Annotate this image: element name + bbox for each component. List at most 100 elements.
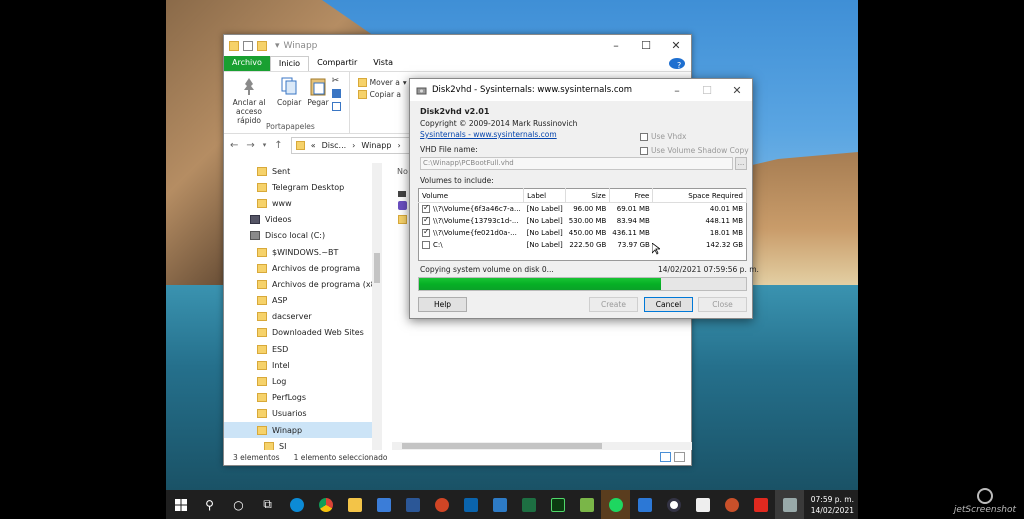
nav-item[interactable]: Archivos de programa (x86) bbox=[224, 276, 382, 292]
taskbar-word[interactable] bbox=[398, 490, 427, 519]
tab-file[interactable]: Archivo bbox=[224, 56, 270, 71]
taskbar-link[interactable] bbox=[688, 490, 717, 519]
maximize-button[interactable]: ☐ bbox=[631, 39, 661, 52]
back-icon[interactable]: ← bbox=[230, 140, 238, 151]
path-separator-icon: › bbox=[352, 140, 356, 150]
column-header-label[interactable]: Label bbox=[523, 188, 567, 203]
nav-item[interactable]: Telegram Desktop bbox=[224, 179, 382, 195]
large-icons-view-icon[interactable] bbox=[674, 452, 685, 462]
taskbar-photos[interactable] bbox=[630, 490, 659, 519]
nav-item[interactable]: ESD bbox=[224, 341, 382, 357]
new-folder-icon[interactable] bbox=[257, 40, 267, 51]
tab-home[interactable]: Inicio bbox=[269, 56, 310, 71]
properties-icon[interactable] bbox=[243, 40, 253, 51]
path-overflow-icon[interactable]: « bbox=[311, 141, 316, 150]
close-button[interactable]: ✕ bbox=[661, 39, 691, 52]
volume-checkbox[interactable] bbox=[422, 227, 430, 237]
column-header-space-required[interactable]: Space Required bbox=[652, 188, 747, 203]
taskbar-red-app[interactable] bbox=[746, 490, 775, 519]
clipboard-group-label: Portapapeles bbox=[266, 122, 315, 131]
table-row[interactable]: C:\ [No Label] 222.50 GB 73.97 GB 142.32 GB bbox=[419, 239, 747, 251]
up-icon[interactable]: ↑ bbox=[274, 140, 282, 151]
nav-item[interactable]: Sent bbox=[224, 163, 382, 179]
volume-checkbox[interactable] bbox=[422, 215, 430, 225]
help-icon[interactable]: ? bbox=[669, 58, 685, 70]
cell-size: 450.00 MB bbox=[566, 227, 610, 239]
nav-item[interactable]: Archivos de programa bbox=[224, 260, 382, 276]
dialog-minimize-button[interactable]: – bbox=[662, 84, 692, 97]
tab-share[interactable]: Compartir bbox=[309, 56, 365, 71]
column-header-size[interactable]: Size bbox=[565, 188, 610, 203]
taskbar-outlook[interactable] bbox=[456, 490, 485, 519]
forward-icon[interactable]: → bbox=[246, 140, 254, 151]
nav-item[interactable]: www bbox=[224, 195, 382, 211]
navigation-scrollbar[interactable] bbox=[372, 163, 382, 450]
nav-item[interactable]: Log bbox=[224, 373, 382, 389]
volume-checkbox[interactable] bbox=[422, 203, 430, 213]
help-button[interactable]: Help bbox=[418, 297, 467, 312]
app-icon[interactable] bbox=[398, 201, 407, 210]
nav-item[interactable]: $WINDOWS.~BT bbox=[224, 244, 382, 260]
nav-item[interactable]: Usuarios bbox=[224, 406, 382, 422]
cut-icon[interactable]: ✂ bbox=[332, 76, 341, 86]
nav-item[interactable]: Downloaded Web Sites bbox=[224, 325, 382, 341]
use-vss-label: Use Volume Shadow Copy bbox=[651, 146, 749, 155]
scrollbar-thumb[interactable] bbox=[374, 253, 380, 283]
search-button[interactable]: ⚲ bbox=[195, 490, 224, 519]
copy-path-icon[interactable] bbox=[331, 89, 341, 98]
use-vss-checkbox[interactable]: Use Volume Shadow Copy bbox=[640, 146, 749, 155]
browse-button[interactable]: ... bbox=[735, 157, 747, 170]
dialog-close-button[interactable]: ✕ bbox=[722, 84, 752, 97]
move-to-button[interactable]: Mover a ▾ bbox=[357, 78, 407, 87]
taskbar-files[interactable] bbox=[369, 490, 398, 519]
cell-text: [No Label] bbox=[526, 240, 563, 249]
nav-item[interactable]: dacserver bbox=[224, 309, 382, 325]
paste-shortcut-icon[interactable] bbox=[331, 102, 341, 111]
tab-view[interactable]: Vista bbox=[365, 56, 401, 71]
vhd-file-input[interactable]: C:\Winapp\PCBootFull.vhd bbox=[420, 157, 733, 170]
customize-dropdown-icon[interactable]: ▾ bbox=[275, 41, 280, 51]
task-view-button[interactable]: ⧉ bbox=[253, 490, 282, 519]
start-button[interactable] bbox=[166, 490, 195, 519]
column-header-volume[interactable]: Volume bbox=[418, 188, 525, 203]
table-row[interactable]: \\?\Volume{13793c1d-... [No Label] 530.00 … bbox=[419, 215, 747, 227]
nav-item[interactable]: Intel bbox=[224, 357, 382, 373]
folder-icon[interactable] bbox=[398, 215, 407, 224]
details-view-icon[interactable] bbox=[660, 452, 671, 462]
recent-dropdown-icon[interactable]: ▾ bbox=[263, 141, 267, 149]
cortana-button[interactable]: ○ bbox=[224, 490, 253, 519]
column-header-name[interactable]: No bbox=[397, 167, 408, 176]
minimize-button[interactable]: – bbox=[601, 39, 631, 52]
path-segment-disk[interactable]: Disc... bbox=[322, 141, 347, 150]
path-segment-winapp[interactable]: Winapp bbox=[361, 141, 391, 150]
drive-icon[interactable] bbox=[398, 191, 406, 197]
nav-item[interactable]: Disco local (C:) bbox=[224, 228, 382, 244]
copy-to-button[interactable]: Copiar a bbox=[357, 90, 407, 99]
taskbar-spotify[interactable] bbox=[601, 490, 630, 519]
taskbar-clock[interactable]: 07:59 p. m. 14/02/2021 bbox=[811, 494, 858, 516]
taskbar-powerpoint[interactable] bbox=[427, 490, 456, 519]
taskbar-file-explorer[interactable] bbox=[340, 490, 369, 519]
use-vhdx-checkbox[interactable]: Use Vhdx bbox=[640, 132, 686, 141]
nav-item[interactable]: Winapp bbox=[224, 422, 382, 439]
cancel-button[interactable]: Cancel bbox=[644, 297, 693, 312]
column-header-free[interactable]: Free bbox=[609, 188, 654, 203]
nav-item[interactable]: Videos bbox=[224, 212, 382, 228]
taskbar-chrome[interactable] bbox=[311, 490, 340, 519]
taskbar-remote-desktop[interactable] bbox=[485, 490, 514, 519]
nav-item[interactable]: ASP bbox=[224, 293, 382, 309]
taskbar-notepad[interactable] bbox=[572, 490, 601, 519]
sysinternals-link[interactable]: Sysinternals - www.sysinternals.com bbox=[420, 130, 557, 139]
taskbar-bear[interactable] bbox=[717, 490, 746, 519]
volume-checkbox[interactable] bbox=[422, 240, 430, 249]
taskbar-security[interactable] bbox=[659, 490, 688, 519]
taskbar-disk2vhd[interactable] bbox=[775, 490, 804, 519]
taskbar-edge[interactable] bbox=[282, 490, 311, 519]
taskbar-excel[interactable] bbox=[514, 490, 543, 519]
table-row[interactable]: \\?\Volume{fe021d0a-... [No Label] 450.00 … bbox=[419, 227, 747, 239]
taskbar-dreamweaver[interactable] bbox=[543, 490, 572, 519]
nav-item[interactable]: PerfLogs bbox=[224, 390, 382, 406]
outlook-icon bbox=[463, 497, 478, 512]
table-row[interactable]: \\?\Volume{6f3a46c7-a... [No Label] 96.00 … bbox=[419, 203, 747, 215]
move-label: Mover a bbox=[369, 78, 400, 87]
